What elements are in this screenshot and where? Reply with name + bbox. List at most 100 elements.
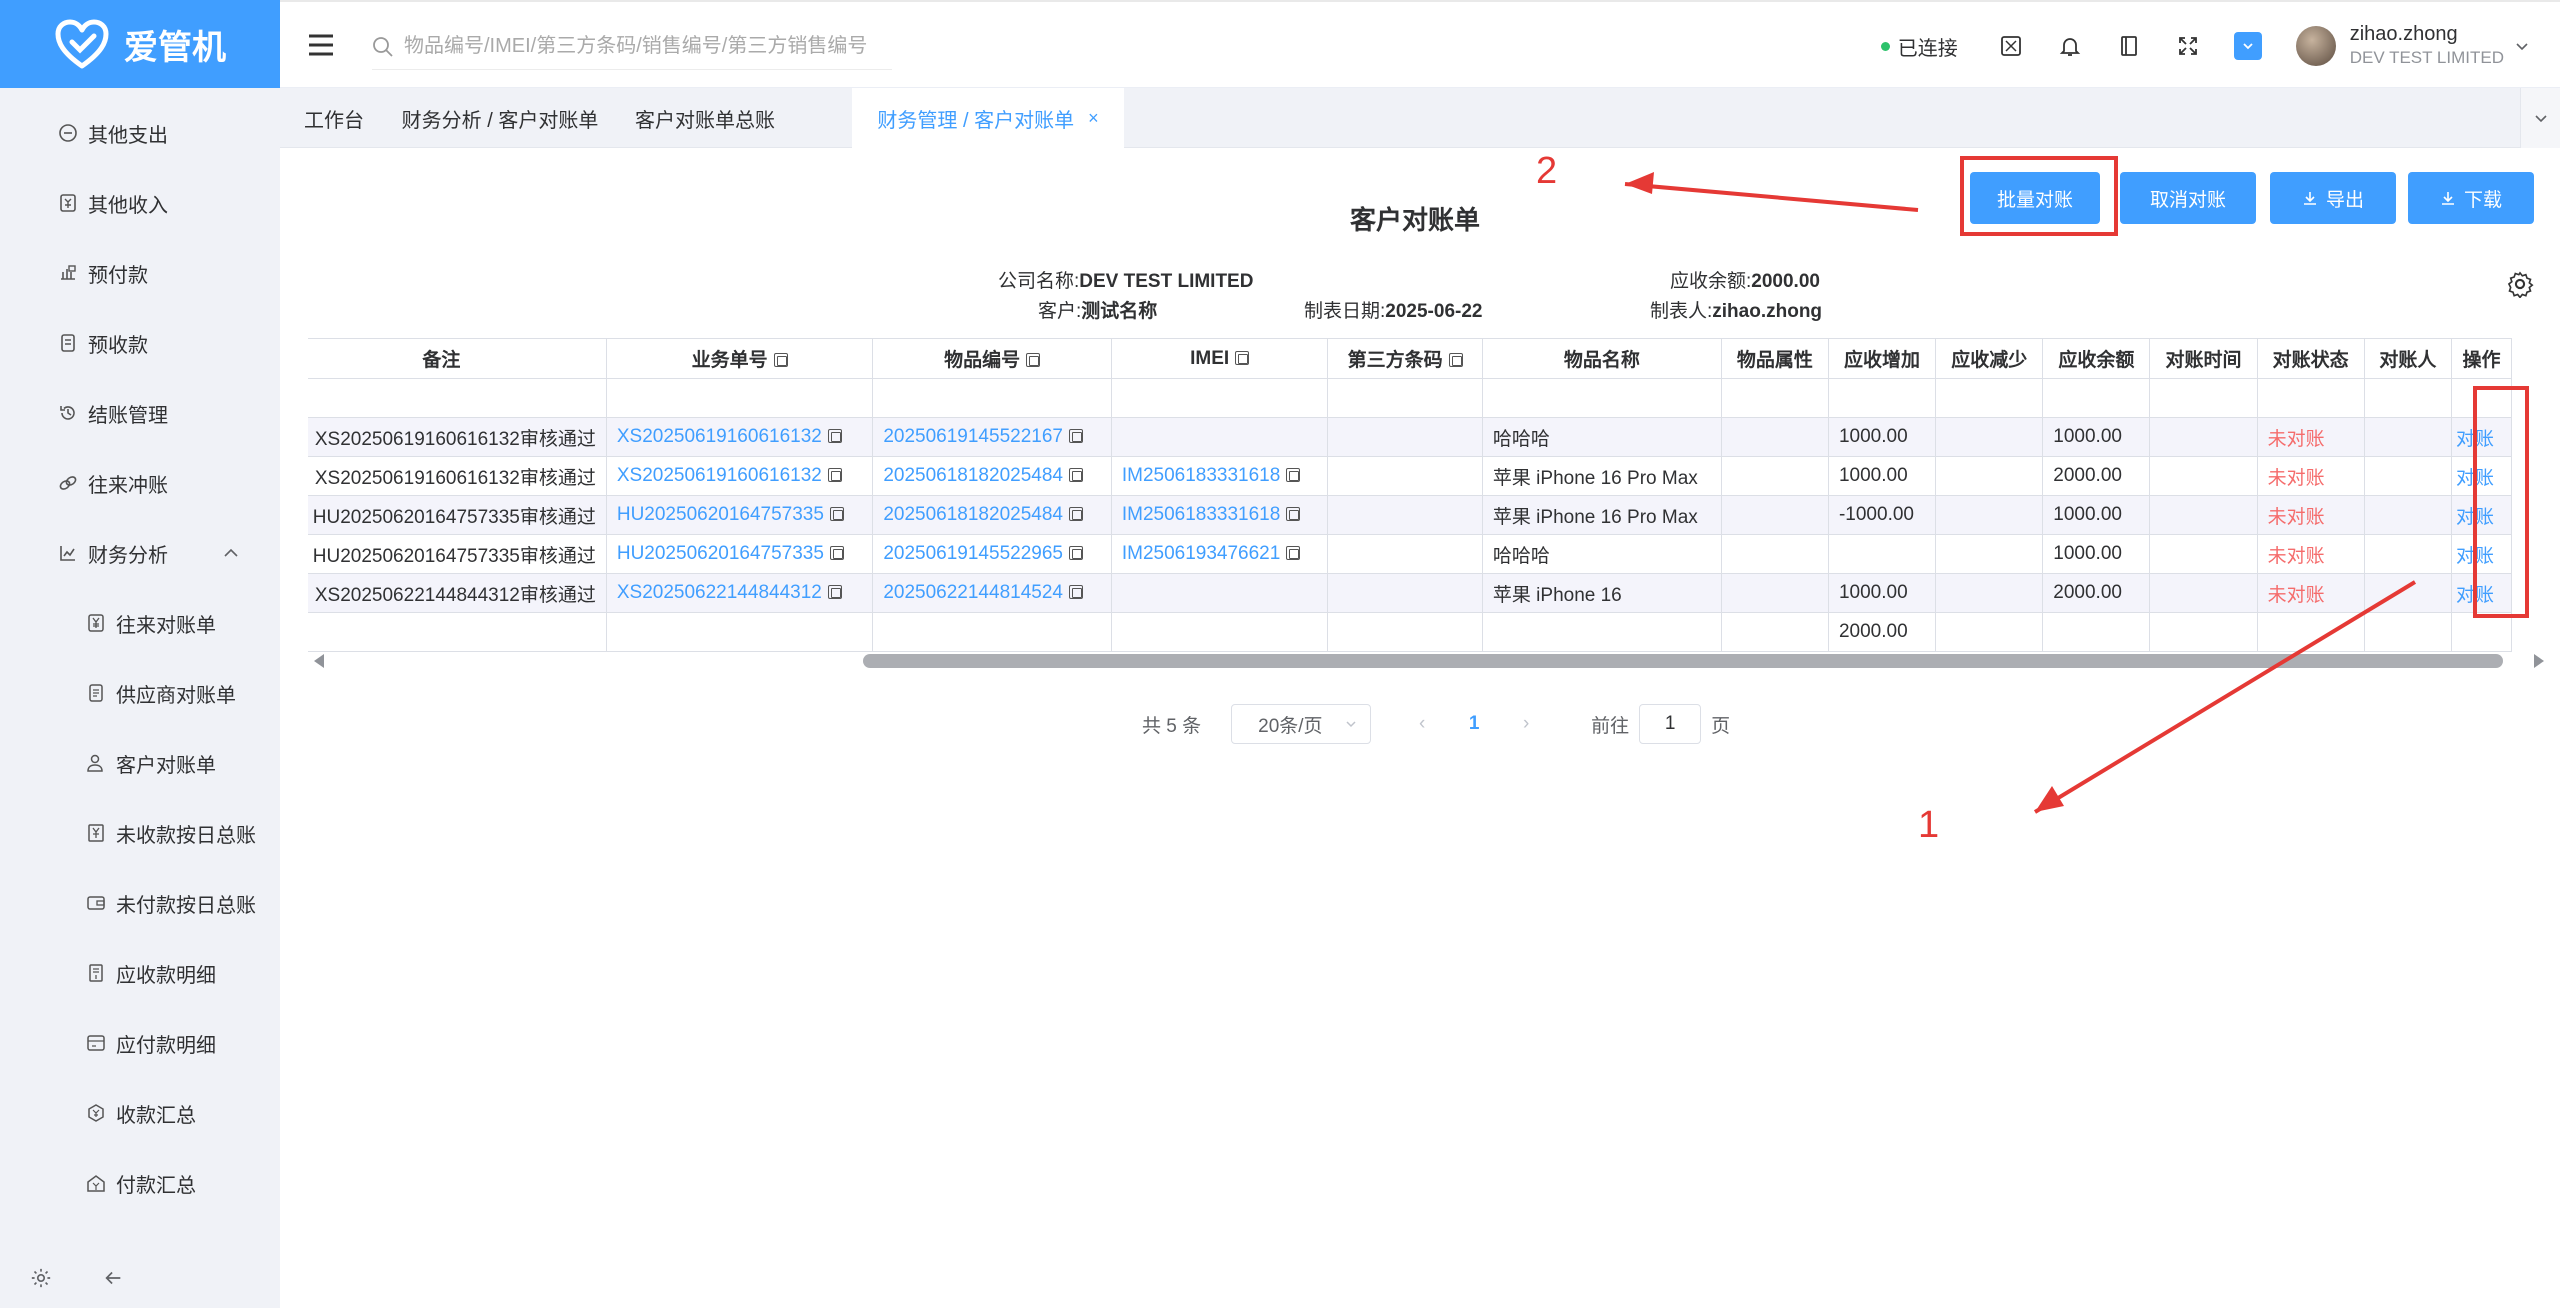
scrollbar-thumb[interactable] bbox=[863, 654, 2503, 668]
tab-finance-mgmt-customer-statement[interactable]: 财务管理 / 客户对账单 × bbox=[852, 88, 1124, 148]
tab-finance-analysis-customer-statement[interactable]: 财务分析 / 客户对账单 bbox=[388, 88, 612, 148]
copy-icon[interactable] bbox=[1286, 546, 1301, 560]
filter-cell[interactable] bbox=[1110, 378, 1329, 418]
col-header-order[interactable]: 业务单号 bbox=[605, 338, 874, 379]
table-row[interactable]: HU20250620164757335审核通过 HU202506201647573… bbox=[308, 534, 2513, 574]
sidebar-item-checkout[interactable]: 结账管理 bbox=[0, 378, 280, 448]
goto-page-input[interactable]: 1 bbox=[1639, 704, 1702, 744]
sidebar-item-ledger-statement[interactable]: 往来对账单 bbox=[0, 588, 280, 658]
cell-imei[interactable]: IM2506193476621 bbox=[1110, 534, 1329, 574]
cell-op[interactable]: 对账 bbox=[2450, 417, 2513, 457]
cell-item[interactable]: 20250619145522965 bbox=[872, 534, 1112, 574]
copy-icon[interactable] bbox=[1235, 350, 1250, 365]
copy-icon[interactable] bbox=[1448, 353, 1463, 367]
col-header-person[interactable]: 对账人 bbox=[2363, 338, 2452, 379]
column-settings-gear-icon[interactable] bbox=[2506, 270, 2534, 298]
cell-op[interactable]: 对账 bbox=[2450, 456, 2513, 496]
col-header-op[interactable]: 操作 bbox=[2450, 338, 2513, 379]
filter-cell[interactable] bbox=[1827, 378, 1937, 418]
tab-close-icon[interactable]: × bbox=[1088, 108, 1099, 129]
notebook-icon[interactable] bbox=[2116, 33, 2142, 59]
cell-item[interactable]: 20250619145522167 bbox=[872, 417, 1112, 457]
filter-cell[interactable] bbox=[1720, 378, 1829, 418]
sidebar-item-payable-detail[interactable]: 应付款明细 bbox=[0, 1008, 280, 1078]
copy-icon[interactable] bbox=[1068, 429, 1083, 443]
copy-icon[interactable] bbox=[827, 468, 842, 482]
col-header-status[interactable]: 对账状态 bbox=[2256, 338, 2365, 379]
col-header-item[interactable]: 物品编号 bbox=[872, 338, 1112, 379]
cell-op[interactable]: 对账 bbox=[2450, 534, 2513, 574]
sidebar-item-finance-analysis[interactable]: 财务分析 bbox=[0, 518, 280, 588]
col-header-imei[interactable]: IMEI bbox=[1110, 338, 1329, 379]
tab-workbench[interactable]: 工作台 bbox=[280, 88, 388, 148]
cell-order[interactable]: HU20250620164757335 bbox=[605, 534, 874, 574]
copy-icon[interactable] bbox=[827, 429, 842, 443]
translate-icon[interactable] bbox=[1998, 33, 2024, 59]
cell-order[interactable]: XS20250619160616132 bbox=[605, 456, 874, 496]
cell-item[interactable]: 20250618182025484 bbox=[872, 456, 1112, 496]
copy-icon[interactable] bbox=[1068, 468, 1083, 482]
sidebar-item-unpaid-daily[interactable]: 未付款按日总账 bbox=[0, 868, 280, 938]
sidebar-item-unreceived-daily[interactable]: 未收款按日总账 bbox=[0, 798, 280, 868]
sidebar-item-receipt-summary[interactable]: 收款汇总 bbox=[0, 1078, 280, 1148]
sidebar-item-prereceipt[interactable]: 预收款 bbox=[0, 308, 280, 378]
copy-icon[interactable] bbox=[829, 546, 844, 560]
settings-gear-icon[interactable] bbox=[30, 1267, 52, 1289]
filter-cell[interactable] bbox=[2256, 378, 2365, 418]
copy-icon[interactable] bbox=[1026, 353, 1041, 367]
page-number[interactable]: 1 bbox=[1459, 713, 1489, 735]
bell-icon[interactable] bbox=[2057, 33, 2083, 59]
cell-item[interactable]: 20250622144814524 bbox=[872, 573, 1112, 613]
cell-imei[interactable]: IM2506183331618 bbox=[1110, 495, 1329, 535]
col-header-attr[interactable]: 物品属性 bbox=[1720, 338, 1829, 379]
col-header-time[interactable]: 对账时间 bbox=[2149, 338, 2258, 379]
copy-icon[interactable] bbox=[1068, 585, 1083, 599]
filter-cell[interactable] bbox=[2149, 378, 2258, 418]
filter-cell[interactable] bbox=[605, 378, 874, 418]
table-row[interactable]: XS20250619160616132审核通过 XS202506191606161… bbox=[308, 417, 2513, 457]
scroll-left-arrow-icon[interactable] bbox=[314, 654, 324, 668]
avatar[interactable] bbox=[2295, 26, 2336, 66]
prev-page-icon[interactable]: ‹ bbox=[1407, 713, 1437, 735]
filter-cell[interactable] bbox=[308, 378, 607, 418]
cell-op[interactable]: 对账 bbox=[2450, 573, 2513, 613]
cell-order[interactable]: XS20250622144844312 bbox=[605, 573, 874, 613]
collapse-arrow-icon[interactable] bbox=[102, 1267, 124, 1289]
copy-icon[interactable] bbox=[1068, 546, 1083, 560]
sidebar-item-customer-statement[interactable]: 客户对账单 bbox=[0, 728, 280, 798]
copy-icon[interactable] bbox=[1286, 468, 1301, 482]
sidebar-item-payment-summary[interactable]: 付款汇总 bbox=[0, 1148, 280, 1218]
cell-op[interactable]: 对账 bbox=[2450, 495, 2513, 535]
scroll-right-arrow-icon[interactable] bbox=[2534, 654, 2544, 668]
copy-icon[interactable] bbox=[773, 353, 788, 367]
table-row[interactable]: HU20250620164757335审核通过 HU202506201647573… bbox=[308, 495, 2513, 535]
cell-order[interactable]: HU20250620164757335 bbox=[605, 495, 874, 535]
cell-imei[interactable]: IM2506183331618 bbox=[1110, 456, 1329, 496]
copy-icon[interactable] bbox=[1068, 507, 1083, 521]
col-header-bal[interactable]: 应收余额 bbox=[2042, 338, 2151, 379]
sidebar-item-offset[interactable]: 往来冲账 bbox=[0, 448, 280, 518]
search-input[interactable] bbox=[404, 35, 884, 58]
sidebar-item-receivable-detail[interactable]: 应收款明细 bbox=[0, 938, 280, 1008]
filter-cell[interactable] bbox=[1481, 378, 1722, 418]
tab-customer-statement-ledger[interactable]: 客户对账单总账 bbox=[612, 88, 798, 148]
copy-icon[interactable] bbox=[829, 507, 844, 521]
col-header-dec[interactable]: 应收减少 bbox=[1935, 338, 2044, 379]
filter-cell[interactable] bbox=[2450, 378, 2513, 418]
hamburger-menu-icon[interactable] bbox=[308, 34, 334, 56]
fullscreen-icon[interactable] bbox=[2175, 33, 2201, 59]
table-row[interactable]: XS20250622144844312审核通过 XS202506221448443… bbox=[308, 573, 2513, 613]
table-row[interactable]: XS20250619160616132审核通过 XS202506191606161… bbox=[308, 456, 2513, 496]
cell-imei[interactable] bbox=[1110, 573, 1329, 613]
cell-item[interactable]: 20250618182025484 bbox=[872, 495, 1112, 535]
horizontal-scrollbar[interactable] bbox=[308, 650, 2544, 670]
chevron-down-icon[interactable] bbox=[2514, 38, 2530, 54]
cell-order[interactable]: XS20250619160616132 bbox=[605, 417, 874, 457]
filter-cell[interactable] bbox=[1935, 378, 2044, 418]
filter-cell[interactable] bbox=[1327, 378, 1483, 418]
col-header-note[interactable]: 备注 bbox=[308, 338, 607, 379]
app-logo[interactable]: 爱管机 bbox=[0, 0, 280, 88]
cell-imei[interactable] bbox=[1110, 417, 1329, 457]
col-header-inc[interactable]: 应收增加 bbox=[1827, 338, 1937, 379]
sidebar-item-other-expense[interactable]: 其他支出 bbox=[0, 98, 280, 168]
